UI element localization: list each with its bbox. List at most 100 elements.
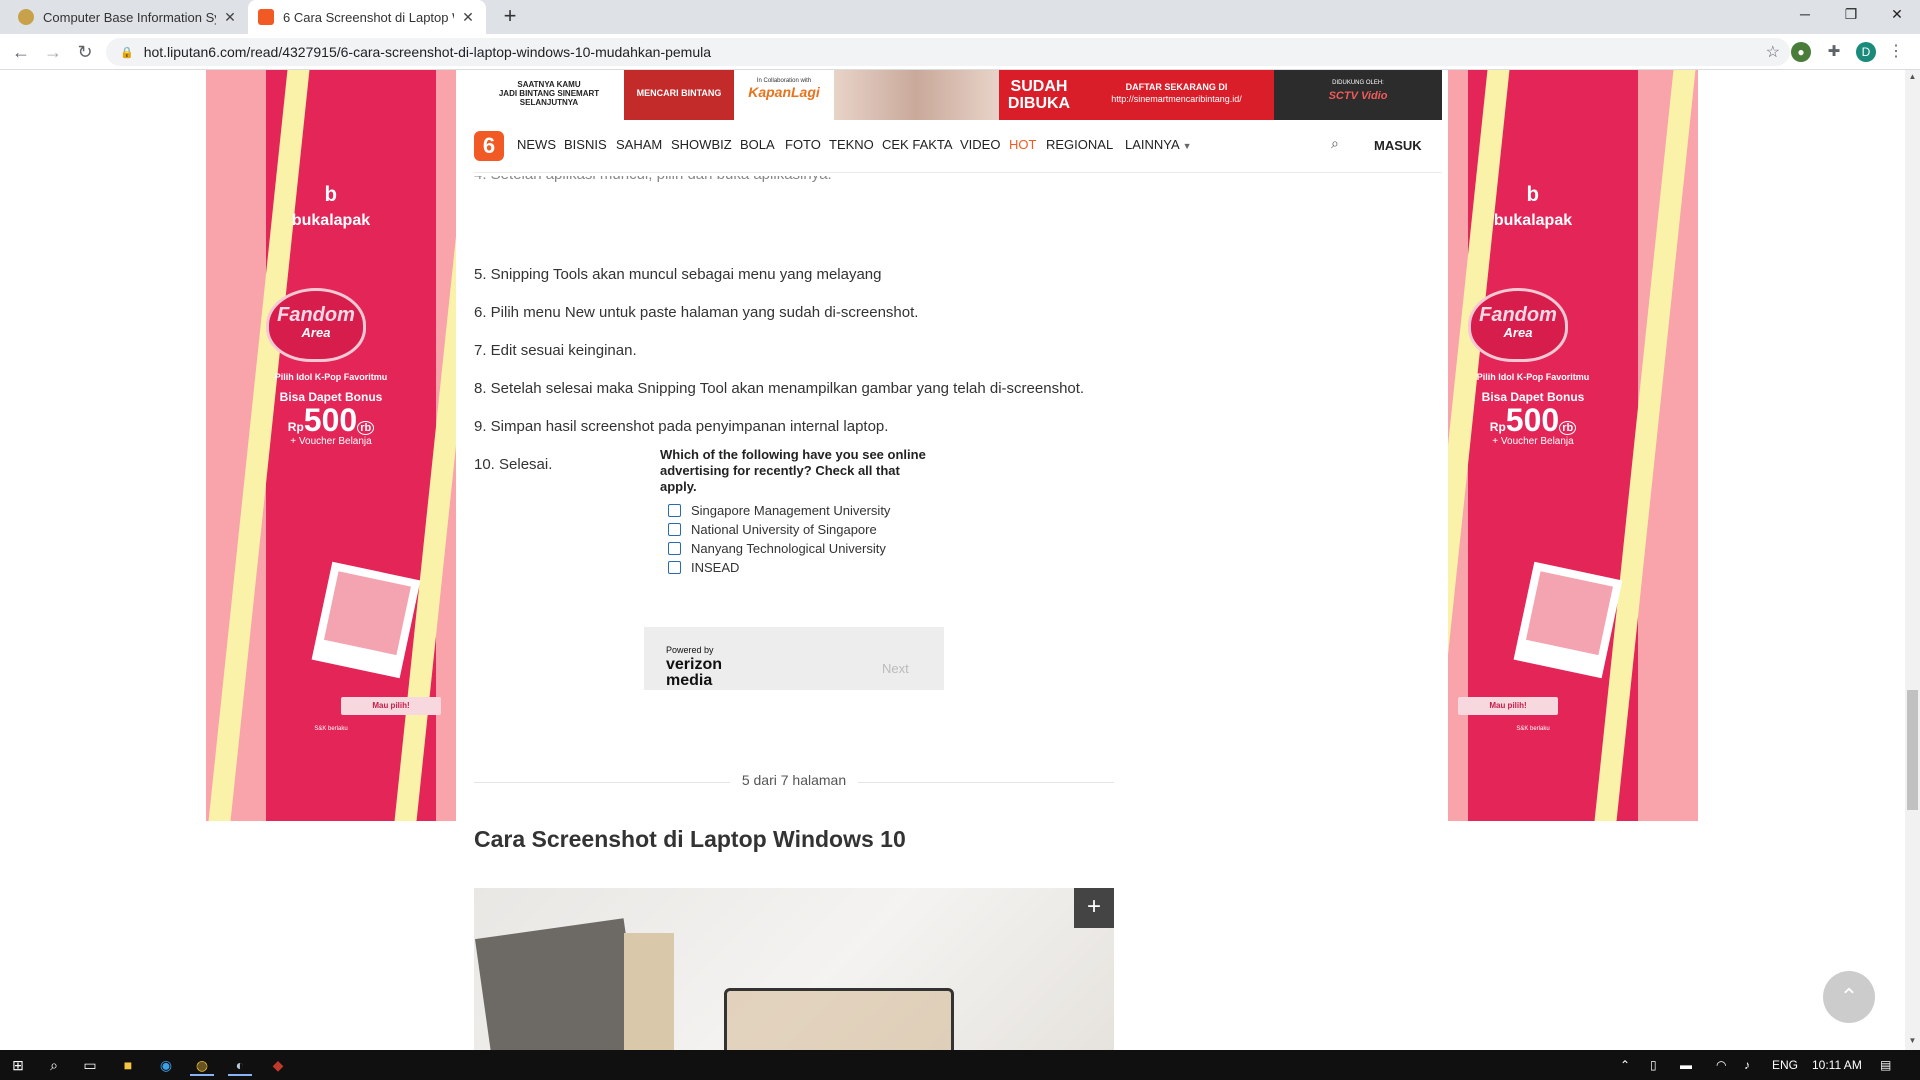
ad-line-3: + Voucher Belanja (1492, 436, 1574, 447)
checkbox[interactable] (668, 523, 681, 536)
steam-icon[interactable]: ◐ (228, 1054, 252, 1076)
nav-cek-fakta[interactable]: CEK FAKTA (882, 137, 953, 152)
checkbox[interactable] (668, 542, 681, 555)
survey-option[interactable]: INSEAD (668, 560, 739, 575)
ad-amount-value: 500 (303, 402, 358, 438)
chrome-icon[interactable]: ◍ (190, 1054, 214, 1076)
survey-option[interactable]: Nanyang Technological University (668, 541, 886, 556)
scroll-down-arrow-icon[interactable]: ▼ (1905, 1036, 1920, 1045)
ad-currency: Rp (1489, 420, 1506, 434)
show-hidden-icons-icon[interactable]: ⌃ (1620, 1058, 1630, 1072)
address-bar[interactable]: 🔒 hot.liputan6.com/read/4327915/6-cara-s… (106, 38, 1790, 66)
left-skin-ad[interactable]: ᵇ bukalapak Fandom Area Pilih Idol K-Pop… (206, 70, 456, 821)
nav-bola[interactable]: BOLA (740, 137, 775, 152)
back-button[interactable]: ← (9, 40, 33, 64)
lock-icon: 🔒 (120, 46, 134, 59)
ad-amount-value: 500 (1505, 402, 1560, 438)
powered-by-label: Powered by (666, 645, 714, 655)
language-indicator[interactable]: ENG (1772, 1058, 1798, 1072)
banner-left: SAATNYA KAMU JADI BINTANG SINEMART SELAN… (474, 70, 624, 120)
survey-option[interactable]: Singapore Management University (668, 503, 890, 518)
nav-tekno[interactable]: TEKNO (829, 137, 874, 152)
nav-bisnis[interactable]: BISNIS (564, 137, 607, 152)
windows-start-icon[interactable]: ⊞ (6, 1054, 30, 1076)
article-step: 7. Edit sesuai keinginan. (474, 342, 637, 359)
dota-icon[interactable]: ◆ (266, 1054, 290, 1076)
ad-cta-button[interactable]: Mau pilih! (1458, 697, 1558, 715)
scroll-up-arrow-icon[interactable]: ▲ (1905, 72, 1920, 81)
checkbox[interactable] (668, 561, 681, 574)
extension-icon[interactable]: ● (1791, 42, 1811, 62)
profile-avatar[interactable]: D (1856, 42, 1876, 62)
close-window-button[interactable]: ✕ (1874, 0, 1920, 30)
liputan6-logo[interactable]: 6 (474, 131, 504, 161)
restore-button[interactable]: ❐ (1828, 0, 1874, 30)
badge-title: Fandom (277, 304, 355, 326)
checkbox[interactable] (668, 504, 681, 517)
page-scrollbar[interactable]: ▲ ▼ (1905, 70, 1920, 1050)
register-text: DAFTAR SEKARANG DI (1125, 82, 1228, 92)
back-to-top-button[interactable]: ⌃ (1823, 971, 1875, 1023)
ad-line-3: + Voucher Belanja (290, 436, 372, 447)
close-tab-icon[interactable]: ✕ (222, 9, 238, 26)
new-tab-button[interactable]: + (497, 4, 523, 30)
survey-footer: Powered by verizon media Next (644, 627, 944, 690)
support-label: DIDUKUNG OLEH: (1332, 80, 1384, 86)
ad-photo (311, 561, 421, 679)
expand-plus-icon[interactable]: + (1074, 888, 1114, 928)
login-link[interactable]: MASUK (1374, 138, 1422, 153)
battery-icon[interactable]: ▬ (1680, 1058, 1692, 1072)
nav-hot[interactable]: HOT (1009, 137, 1036, 152)
liputan6-favicon-icon (258, 9, 274, 25)
survey-next-button[interactable]: Next (882, 661, 909, 676)
search-icon[interactable]: ⌕ (42, 1054, 66, 1076)
fandom-badge: Fandom Area (266, 288, 366, 362)
photo-books (624, 933, 674, 1050)
browser-toolbar: ← → ↻ 🔒 hot.liputan6.com/read/4327915/6-… (0, 34, 1920, 70)
edge-icon[interactable]: ◉ (154, 1054, 178, 1076)
file-explorer-icon[interactable]: ■ (116, 1054, 140, 1076)
forward-button[interactable]: → (41, 40, 65, 64)
nav-foto[interactable]: FOTO (785, 137, 821, 152)
nav-regional[interactable]: REGIONAL (1046, 137, 1113, 152)
nav-video[interactable]: VIDEO (960, 137, 1000, 152)
option-label: Nanyang Technological University (691, 541, 886, 556)
tab-computer-base[interactable]: Computer Base Information Syste ✕ (8, 0, 248, 34)
bookmark-star-icon[interactable]: ☆ (1766, 42, 1780, 62)
vendor-line-1: verizon (666, 656, 723, 673)
clock[interactable]: 10:11 AM (1812, 1058, 1862, 1072)
right-skin-ad[interactable]: ᵇ bukalapak Fandom Area Pilih Idol K-Pop… (1448, 70, 1698, 821)
article-photo: + (474, 888, 1114, 1050)
search-icon[interactable]: ⌕ (1331, 135, 1339, 152)
nav-saham[interactable]: SAHAM (616, 137, 662, 152)
vendor-line-2: media (666, 672, 713, 689)
nav-showbiz[interactable]: SHOWBIZ (671, 137, 732, 152)
reload-button[interactable]: ↻ (73, 40, 97, 64)
wifi-icon[interactable]: ◠ (1716, 1058, 1726, 1072)
survey-option[interactable]: National University of Singapore (668, 522, 877, 537)
nav-news[interactable]: NEWS (517, 137, 556, 152)
device-icon[interactable]: ▯ (1650, 1058, 1657, 1072)
site-navigation: 6 NEWS BISNIS SAHAM SHOWBIZ BOLA FOTO TE… (474, 120, 1442, 173)
ad-photo (1513, 561, 1623, 679)
bukalapak-brand: bukalapak (1493, 212, 1573, 229)
tab-liputan6[interactable]: 6 Cara Screenshot di Laptop Win ✕ (248, 0, 486, 34)
article-step: 5. Snipping Tools akan muncul sebagai me… (474, 266, 882, 283)
task-view-icon[interactable]: ▭ (78, 1054, 102, 1076)
scrollbar-thumb[interactable] (1907, 690, 1918, 810)
volume-icon[interactable]: ♪ (1744, 1058, 1750, 1072)
ad-cta-button[interactable]: Mau pilih! (341, 697, 441, 715)
nav-lainnya[interactable]: LAINNYA ▼ (1125, 137, 1192, 152)
top-banner-ad[interactable]: SAATNYA KAMU JADI BINTANG SINEMART SELAN… (474, 70, 1442, 120)
banner-collab: In Collaboration with KapanLagi (734, 70, 834, 120)
close-tab-icon[interactable]: ✕ (460, 9, 476, 26)
badge-sub: Area (301, 325, 331, 340)
banner-register: DAFTAR SEKARANG DI http://sinemartmencar… (1079, 70, 1274, 120)
minimize-button[interactable]: ─ (1782, 0, 1828, 30)
ad-amount: Rp500 rb (206, 402, 456, 439)
menu-kebab-icon[interactable]: ⋮ (1886, 42, 1906, 62)
extensions-puzzle-icon[interactable]: ✚ (1824, 42, 1844, 62)
action-center-icon[interactable]: ▤ (1880, 1058, 1891, 1072)
section-heading: Cara Screenshot di Laptop Windows 10 (474, 826, 906, 852)
survey-question: Which of the following have you see onli… (660, 447, 926, 494)
